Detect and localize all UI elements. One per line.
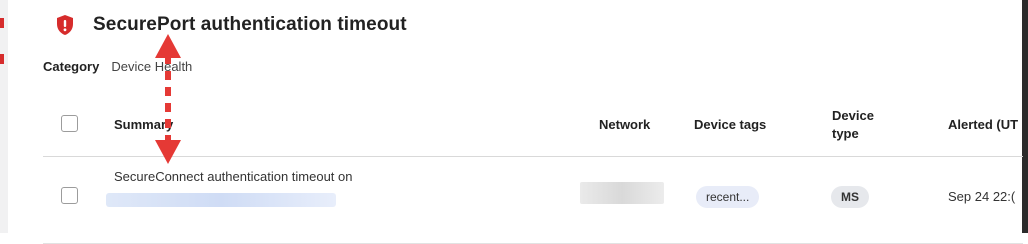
arrowhead-up-icon (155, 34, 181, 58)
annotation-double-arrow (155, 34, 181, 164)
arrowhead-down-icon (155, 140, 181, 164)
